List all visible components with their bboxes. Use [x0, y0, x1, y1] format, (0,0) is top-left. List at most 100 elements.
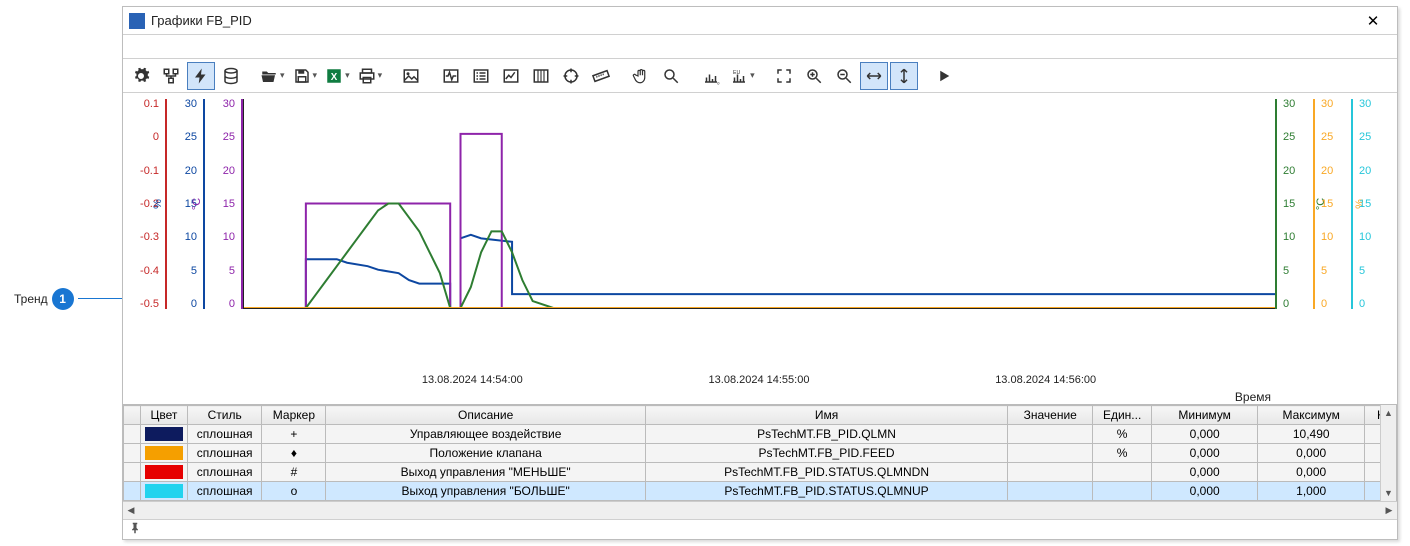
crosshair-button[interactable] — [557, 62, 585, 90]
cell: сплошная — [187, 444, 262, 463]
col-header[interactable]: Един... — [1093, 406, 1152, 425]
print-button[interactable]: ▾ — [355, 62, 386, 90]
col-header[interactable] — [124, 406, 141, 425]
series-FEED — [244, 134, 1275, 308]
panh-button[interactable] — [860, 62, 888, 90]
svg-text:EU: EU — [733, 69, 741, 75]
col-header[interactable]: Стиль — [187, 406, 262, 425]
y-tick: 25 — [1283, 131, 1295, 143]
cell — [1093, 463, 1152, 482]
image-button[interactable] — [397, 62, 425, 90]
table-row[interactable]: сплошная#Выход управления "МЕНЬШЕ"PsTech… — [124, 463, 1397, 482]
struct-button[interactable] — [157, 62, 185, 90]
baseline-dd-button[interactable]: EU▾ — [727, 62, 758, 90]
y-tick: 15 — [1359, 198, 1371, 210]
legend-table: ЦветСтильМаркерОписаниеИмяЗначениеЕдин..… — [123, 405, 1397, 501]
col-header[interactable]: Имя — [645, 406, 1007, 425]
col-header[interactable]: Минимум — [1151, 406, 1258, 425]
pulse-button[interactable] — [437, 62, 465, 90]
x-tick: 13.08.2024 14:54:00 — [422, 374, 523, 386]
y-tick: 0 — [229, 298, 235, 310]
cell: 0,000 — [1258, 463, 1365, 482]
y-tick: 0 — [1321, 298, 1327, 310]
zoomin-button[interactable] — [800, 62, 828, 90]
y-tick: 10 — [1359, 231, 1371, 243]
y-tick: 25 — [1359, 131, 1371, 143]
y-tick: 10 — [185, 231, 197, 243]
table-row[interactable]: сплошная♦Положение клапанаPsTechMT.FB_PI… — [124, 444, 1397, 463]
baseline-button[interactable]: o — [697, 62, 725, 90]
toolbar: ▾▾X▾▾oEU▾ — [123, 59, 1397, 93]
col-header[interactable]: Описание — [326, 406, 646, 425]
svg-text:X: X — [331, 71, 338, 82]
cell: PsTechMT.FB_PID.STATUS.QLMNDN — [645, 463, 1007, 482]
play-button[interactable] — [930, 62, 958, 90]
y-tick: 10 — [223, 231, 235, 243]
y-tick: 30 — [1321, 98, 1333, 110]
hand-button[interactable] — [627, 62, 655, 90]
app-icon — [129, 13, 145, 29]
chart-block: 0.10-0.1-0.2-0.3-0.4-0.5302520151050%302… — [123, 93, 1397, 404]
pin-icon[interactable] — [129, 522, 141, 537]
y-tick: 5 — [1321, 265, 1327, 277]
y-unit: °C — [191, 198, 203, 210]
y-tick: 15 — [1321, 198, 1333, 210]
fit-button[interactable] — [770, 62, 798, 90]
cell: 10,490 — [1258, 425, 1365, 444]
window-title: Графики FB_PID — [151, 13, 1349, 28]
chart-area: 0.10-0.1-0.2-0.3-0.4-0.5302520151050%302… — [129, 99, 1389, 360]
plot-area[interactable] — [243, 99, 1275, 309]
panv-button[interactable] — [890, 62, 918, 90]
scroll-right-icon[interactable]: ▶ — [1381, 505, 1397, 516]
table-hscrollbar[interactable]: ◀ ▶ — [123, 501, 1397, 519]
x-axis-row: 13.08.2024 14:54:0013.08.2024 14:55:0013… — [129, 360, 1389, 404]
col-header[interactable]: Максимум — [1258, 406, 1365, 425]
zoomout-button[interactable] — [830, 62, 858, 90]
cell — [1093, 482, 1152, 501]
y-tick: -0.5 — [140, 298, 159, 310]
cell — [1008, 463, 1093, 482]
cell: % — [1093, 444, 1152, 463]
x-tick: 13.08.2024 14:56:00 — [995, 374, 1096, 386]
y-tick: 10 — [1283, 231, 1295, 243]
y-tick: 0 — [1359, 298, 1365, 310]
col-header[interactable]: Маркер — [262, 406, 326, 425]
y-tick: 30 — [1283, 98, 1295, 110]
scroll-left-icon[interactable]: ◀ — [123, 505, 139, 516]
y-tick: 20 — [1321, 165, 1333, 177]
cell — [141, 482, 188, 501]
vruler-button[interactable] — [527, 62, 555, 90]
list-button[interactable] — [467, 62, 495, 90]
cell — [141, 425, 188, 444]
y-tick: -0.3 — [140, 231, 159, 243]
cell: Положение клапана — [326, 444, 646, 463]
bolt-button[interactable] — [187, 62, 215, 90]
open-button[interactable]: ▾ — [257, 62, 288, 90]
col-header[interactable]: Цвет — [141, 406, 188, 425]
y-tick: 0 — [1283, 298, 1289, 310]
scroll-down-icon[interactable]: ▼ — [1381, 485, 1396, 501]
chart-button[interactable] — [497, 62, 525, 90]
ruler-button[interactable] — [587, 62, 615, 90]
y-tick: 5 — [229, 265, 235, 277]
series-QLMN — [244, 235, 1275, 308]
table-row[interactable]: сплошнаяoВыход управления "БОЛЬШЕ"PsTech… — [124, 482, 1397, 501]
save-button[interactable]: ▾ — [290, 62, 321, 90]
close-button[interactable]: ✕ — [1355, 9, 1391, 33]
table-vscrollbar[interactable]: ▲ ▼ — [1380, 405, 1396, 501]
y-tick: 10 — [1321, 231, 1333, 243]
table-row[interactable]: сплошная+Управляющее воздействиеPsTechMT… — [124, 425, 1397, 444]
cell: + — [262, 425, 326, 444]
scroll-up-icon[interactable]: ▲ — [1381, 405, 1396, 421]
excel-button[interactable]: X▾ — [322, 62, 353, 90]
db-button[interactable] — [217, 62, 245, 90]
y-axis: 302520151050 — [1351, 99, 1389, 309]
gear-button[interactable] — [127, 62, 155, 90]
zoom-button[interactable] — [657, 62, 685, 90]
col-header[interactable]: Значение — [1008, 406, 1093, 425]
y-axis: 302520151050% — [1313, 99, 1351, 309]
y-axes-right: 302520151050°C302520151050%302520151050 — [1275, 99, 1389, 309]
cell — [124, 425, 141, 444]
y-tick: 20 — [1359, 165, 1371, 177]
y-tick: 20 — [185, 165, 197, 177]
